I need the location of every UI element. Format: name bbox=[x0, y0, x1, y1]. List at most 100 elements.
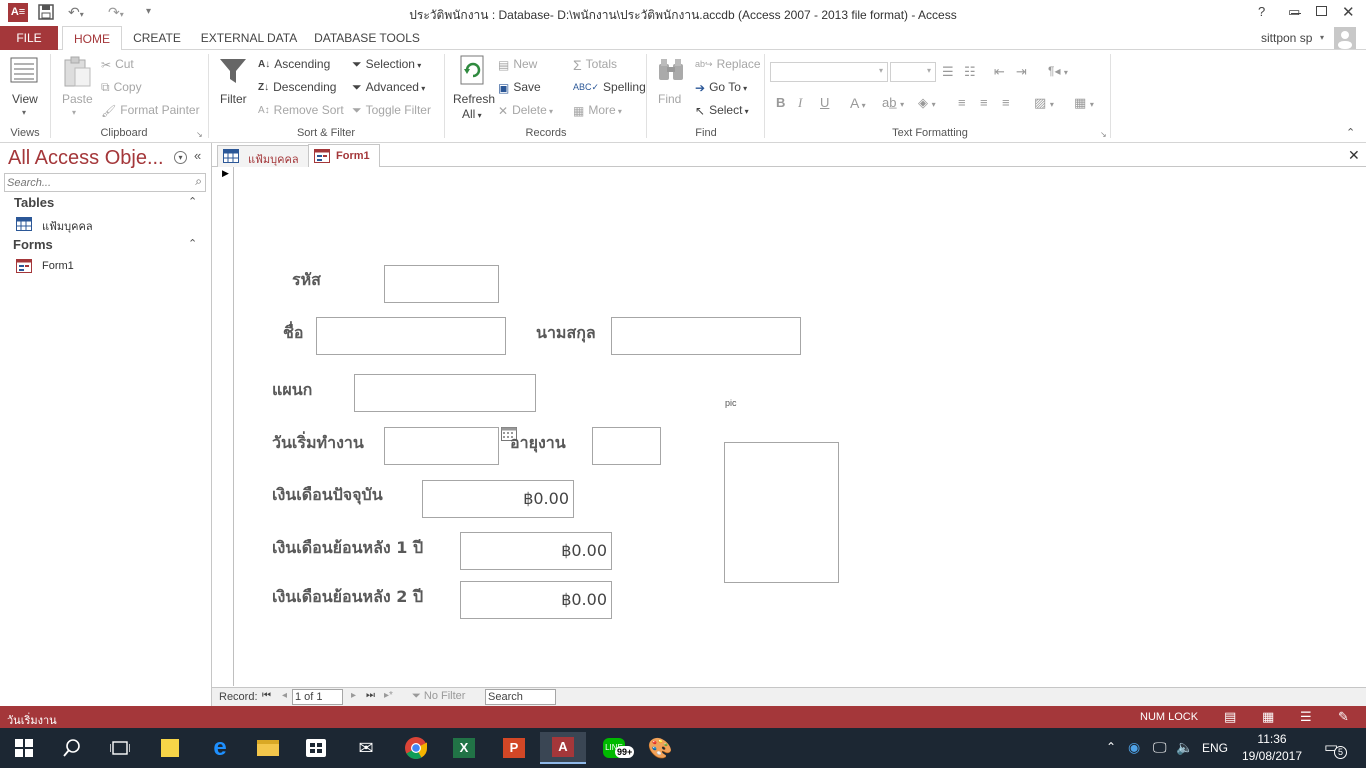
more-button[interactable]: ▦ More ▾ bbox=[573, 103, 622, 118]
decrease-indent-icon[interactable]: ⇤ bbox=[994, 64, 1005, 80]
nav-item-table[interactable]: แฟ้มบุคคล bbox=[16, 217, 206, 235]
design-view-icon[interactable]: ✎ bbox=[1338, 709, 1349, 725]
advanced-button[interactable]: ⏷ Advanced ▾ bbox=[352, 80, 425, 95]
align-center-icon[interactable]: ≡ bbox=[980, 95, 988, 110]
refresh-all-button[interactable]: Refresh bbox=[453, 92, 495, 106]
select-button[interactable]: ↖ Select ▾ bbox=[695, 103, 749, 118]
sticky-notes-icon[interactable] bbox=[150, 732, 190, 764]
form-view-icon[interactable]: ▤ bbox=[1224, 709, 1236, 725]
user-dropdown-icon[interactable]: ▾ bbox=[1320, 33, 1324, 42]
align-left-icon[interactable]: ≡ bbox=[958, 95, 966, 110]
spelling-button[interactable]: ABC✓ Spelling bbox=[573, 80, 646, 94]
collapse-section-icon[interactable]: ⌃ bbox=[188, 195, 197, 208]
underline-button[interactable]: U bbox=[820, 95, 829, 110]
user-name[interactable]: sittpon sp bbox=[1261, 31, 1312, 45]
edge-browser-icon[interactable]: e bbox=[200, 732, 240, 764]
format-painter-button[interactable]: 🖌 Format Painter bbox=[101, 103, 200, 118]
tab-home[interactable]: HOME bbox=[62, 26, 122, 51]
goto-button[interactable]: ➔ Go To ▾ bbox=[695, 80, 747, 95]
record-selector[interactable]: ▶ bbox=[216, 167, 234, 686]
paste-icon[interactable] bbox=[62, 56, 92, 91]
first-record-icon[interactable]: ⏮ bbox=[262, 690, 271, 701]
current-salary-field[interactable]: ฿0.00 bbox=[422, 480, 574, 518]
monitor-icon[interactable]: 🖵 bbox=[1153, 739, 1167, 756]
dialog-launcher-icon[interactable]: ↘ bbox=[1100, 130, 1107, 139]
nav-search-input[interactable] bbox=[7, 175, 185, 190]
numbering-icon[interactable]: ☷ bbox=[964, 64, 976, 80]
selection-button[interactable]: ⏷ Selection ▾ bbox=[352, 57, 421, 72]
tenure-field[interactable] bbox=[592, 427, 661, 465]
descending-button[interactable]: Z↓ Descending bbox=[258, 80, 336, 94]
collapse-ribbon-icon[interactable]: ⌃ bbox=[1346, 126, 1355, 139]
delete-record-button[interactable]: ✕ Delete ▾ bbox=[498, 103, 553, 118]
volume-icon[interactable]: 🔈 bbox=[1176, 739, 1193, 756]
start-date-field[interactable] bbox=[384, 427, 499, 465]
task-view-icon[interactable] bbox=[100, 732, 140, 764]
close-document-icon[interactable]: ✕ bbox=[1348, 147, 1360, 164]
notifications-icon[interactable]: ▭ 5 bbox=[1324, 738, 1348, 759]
line-chat-icon[interactable]: LINE 99+ bbox=[594, 732, 635, 764]
view-dropdown-icon[interactable]: ▾ bbox=[22, 108, 26, 117]
collapse-section-icon[interactable]: ⌃ bbox=[188, 237, 197, 250]
toggle-filter-button[interactable]: ⏷ Toggle Filter bbox=[352, 103, 431, 118]
filter-button[interactable]: Filter bbox=[220, 92, 247, 106]
save-record-button[interactable]: ▣ Save bbox=[498, 80, 541, 95]
search-icon[interactable] bbox=[52, 732, 92, 764]
no-filter-indicator[interactable]: ⏷ No Filter bbox=[412, 690, 465, 703]
font-size-select[interactable]: ▾ bbox=[890, 62, 936, 82]
increase-indent-icon[interactable]: ⇥ bbox=[1016, 64, 1027, 80]
surname-field[interactable] bbox=[611, 317, 801, 355]
excel-icon[interactable]: X bbox=[444, 732, 484, 764]
chrome-icon[interactable] bbox=[396, 732, 436, 764]
salary-2-year-field[interactable]: ฿0.00 bbox=[460, 581, 612, 619]
ascending-button[interactable]: A↓ Ascending bbox=[258, 57, 330, 71]
italic-button[interactable]: I bbox=[798, 95, 802, 111]
avatar[interactable] bbox=[1334, 27, 1356, 49]
previous-record-icon[interactable]: ◂ bbox=[282, 690, 287, 701]
align-right-icon[interactable]: ≡ bbox=[1002, 95, 1010, 110]
code-field[interactable] bbox=[384, 265, 499, 303]
record-position-input[interactable]: 1 of 1 bbox=[292, 689, 343, 705]
file-explorer-icon[interactable] bbox=[248, 732, 288, 764]
nav-title[interactable]: All Access Obje... bbox=[8, 147, 164, 170]
nav-item-form[interactable]: Form1 bbox=[16, 259, 206, 277]
paste-dropdown-icon[interactable]: ▾ bbox=[72, 108, 76, 117]
nav-dropdown-icon[interactable]: ▾ bbox=[174, 151, 187, 164]
paragraph-direction-icon[interactable]: ¶◂ ▾ bbox=[1048, 64, 1068, 78]
remove-sort-button[interactable]: A↕ Remove Sort bbox=[258, 103, 344, 117]
salary-1-year-field[interactable]: ฿0.00 bbox=[460, 532, 612, 570]
record-search-input[interactable]: Search bbox=[485, 689, 556, 705]
last-record-icon[interactable]: ⏭ bbox=[366, 690, 375, 701]
start-windows-icon[interactable] bbox=[4, 732, 44, 764]
dialog-launcher-icon[interactable]: ↘ bbox=[196, 130, 203, 139]
totals-button[interactable]: Σ Totals bbox=[573, 57, 617, 73]
maximize-icon[interactable] bbox=[1316, 6, 1327, 16]
store-icon[interactable] bbox=[296, 732, 336, 764]
picture-frame[interactable] bbox=[724, 442, 839, 583]
font-name-select[interactable]: ▾ bbox=[770, 62, 888, 82]
view-button[interactable]: View bbox=[12, 92, 38, 106]
tab-database-tools[interactable]: DATABASE TOOLS bbox=[312, 26, 422, 50]
view-icon[interactable] bbox=[10, 56, 38, 87]
next-record-icon[interactable]: ▸ bbox=[351, 690, 356, 701]
shutter-bar-icon[interactable]: « bbox=[194, 148, 201, 163]
search-icon[interactable]: ⌕ bbox=[195, 174, 202, 189]
cut-button[interactable]: ✂ Cut bbox=[101, 57, 134, 72]
mail-icon[interactable]: ✉ bbox=[346, 732, 386, 764]
copy-button[interactable]: ⧉ Copy bbox=[101, 80, 142, 95]
clock-time[interactable]: 11:36 bbox=[1240, 732, 1304, 746]
tab-create[interactable]: CREATE bbox=[128, 26, 186, 50]
show-hidden-icons-icon[interactable]: ⌃ bbox=[1106, 740, 1116, 754]
doc-tab-table[interactable]: แฟ้มบุคคล bbox=[217, 145, 309, 167]
nav-search-box[interactable]: ⌕ bbox=[4, 173, 206, 192]
name-field[interactable] bbox=[316, 317, 506, 355]
powerpoint-icon[interactable]: P bbox=[494, 732, 534, 764]
bullets-icon[interactable]: ☰ bbox=[942, 64, 954, 80]
replace-button[interactable]: ab↪ Replace bbox=[695, 57, 761, 71]
paint-icon[interactable]: 🎨 bbox=[640, 732, 680, 764]
help-icon[interactable]: ? bbox=[1258, 4, 1265, 19]
minimize-icon[interactable] bbox=[1291, 13, 1301, 14]
bold-button[interactable]: B bbox=[776, 95, 785, 110]
font-color-button[interactable]: A ▾ bbox=[850, 95, 866, 111]
nav-section-tables[interactable]: Tables bbox=[14, 195, 54, 210]
